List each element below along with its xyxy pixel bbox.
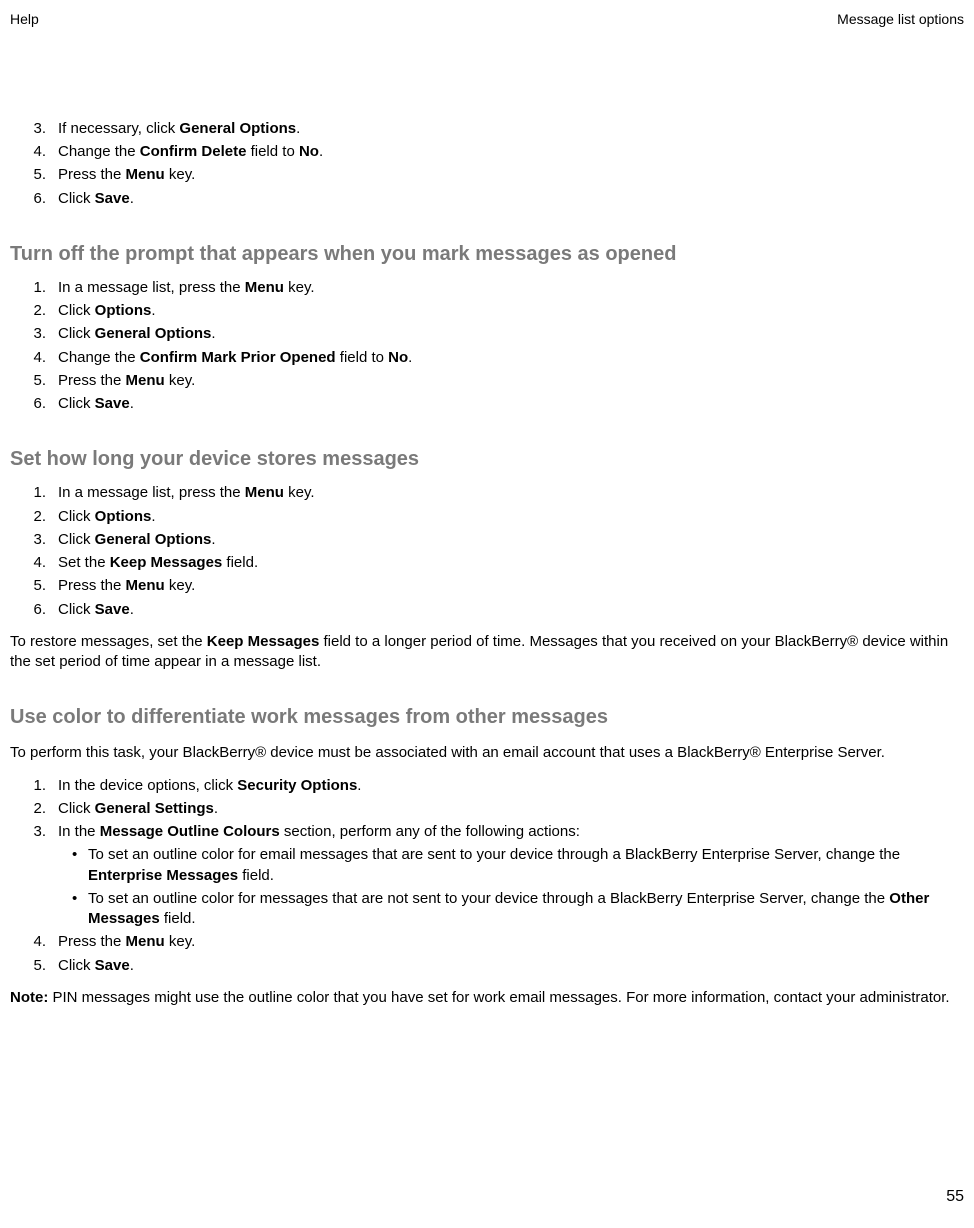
section4-note: Note: PIN messages might use the outline… — [10, 988, 964, 1008]
item-text: In the device options, click Security Op… — [58, 777, 361, 794]
section4-heading: Use color to differentiate work messages… — [10, 704, 964, 731]
page-number: 55 — [946, 1186, 964, 1208]
item-number: 4. — [22, 348, 46, 368]
item-text: In the Message Outline Colours section, … — [58, 823, 580, 840]
list-item: 6.Click Save. — [40, 189, 964, 209]
item-text: Click Options. — [58, 302, 156, 319]
item-number: 3. — [22, 822, 46, 842]
section4-intro: To perform this task, your BlackBerry® d… — [10, 743, 964, 763]
item-text: Click General Settings. — [58, 800, 218, 817]
section2-list: 1.In a message list, press the Menu key.… — [10, 278, 964, 415]
item-text: Click Save. — [58, 957, 134, 974]
item-number: 6. — [22, 394, 46, 414]
list-item: 2.Click Options. — [40, 507, 964, 527]
page-content: 3.If necessary, click General Options. 4… — [0, 29, 974, 1008]
item-number: 5. — [22, 165, 46, 185]
item-number: 2. — [22, 301, 46, 321]
item-text: If necessary, click General Options. — [58, 120, 300, 137]
section3-paragraph: To restore messages, set the Keep Messag… — [10, 632, 964, 673]
list-item: 6.Click Save. — [40, 394, 964, 414]
section1-list: 3.If necessary, click General Options. 4… — [10, 119, 964, 209]
section2-heading: Turn off the prompt that appears when yo… — [10, 241, 964, 268]
item-number: 6. — [22, 189, 46, 209]
item-text: Click Save. — [58, 601, 134, 618]
list-item: 5.Press the Menu key. — [40, 165, 964, 185]
header-right: Message list options — [837, 10, 964, 29]
bullet-item: To set an outline color for email messag… — [76, 845, 964, 886]
list-item: 4.Change the Confirm Mark Prior Opened f… — [40, 348, 964, 368]
item-text: Press the Menu key. — [58, 577, 195, 594]
page-header: Help Message list options — [0, 0, 974, 29]
item-number: 4. — [22, 142, 46, 162]
item-text: Click General Options. — [58, 531, 216, 548]
item-text: Click Save. — [58, 190, 134, 207]
item-number: 6. — [22, 600, 46, 620]
item-text: Click Options. — [58, 508, 156, 525]
section4-list-2: 4.Press the Menu key. 5.Click Save. — [10, 932, 964, 976]
list-item: 5.Click Save. — [40, 956, 964, 976]
item-number: 4. — [22, 932, 46, 952]
item-text: In a message list, press the Menu key. — [58, 484, 315, 501]
item-number: 5. — [22, 576, 46, 596]
list-item: 4.Set the Keep Messages field. — [40, 553, 964, 573]
item-text: Press the Menu key. — [58, 933, 195, 950]
item-number: 2. — [22, 799, 46, 819]
list-item: 1.In a message list, press the Menu key. — [40, 278, 964, 298]
item-text: Press the Menu key. — [58, 166, 195, 183]
item-text: Change the Confirm Delete field to No. — [58, 143, 323, 160]
list-item: 1.In the device options, click Security … — [40, 776, 964, 796]
list-item: 3.Click General Options. — [40, 530, 964, 550]
list-item: 5.Press the Menu key. — [40, 371, 964, 391]
item-number: 3. — [22, 119, 46, 139]
list-item: 2.Click General Settings. — [40, 799, 964, 819]
section4-bullets: To set an outline color for email messag… — [58, 845, 964, 929]
list-item: 5.Press the Menu key. — [40, 576, 964, 596]
item-text: Click Save. — [58, 395, 134, 412]
item-number: 3. — [22, 530, 46, 550]
item-number: 2. — [22, 507, 46, 527]
item-number: 5. — [22, 371, 46, 391]
item-number: 1. — [22, 483, 46, 503]
item-text: Click General Options. — [58, 325, 216, 342]
item-text: Set the Keep Messages field. — [58, 554, 258, 571]
header-left: Help — [10, 10, 39, 29]
section3-list: 1.In a message list, press the Menu key.… — [10, 483, 964, 620]
item-number: 1. — [22, 776, 46, 796]
item-number: 5. — [22, 956, 46, 976]
item-text: Press the Menu key. — [58, 372, 195, 389]
list-item: 4.Press the Menu key. — [40, 932, 964, 952]
list-item: 4.Change the Confirm Delete field to No. — [40, 142, 964, 162]
list-item: 3.If necessary, click General Options. — [40, 119, 964, 139]
item-number: 3. — [22, 324, 46, 344]
list-item: 2.Click Options. — [40, 301, 964, 321]
section3-heading: Set how long your device stores messages — [10, 446, 964, 473]
section4-list: 1. In the device options, click Security … — [10, 776, 964, 930]
bullet-item: To set an outline color for messages tha… — [76, 889, 964, 930]
item-number: 4. — [22, 553, 46, 573]
list-item: 1.In a message list, press the Menu key. — [40, 483, 964, 503]
list-item: 3.In the Message Outline Colours section… — [40, 822, 964, 929]
item-number: 1. — [22, 278, 46, 298]
item-text: Change the Confirm Mark Prior Opened fie… — [58, 349, 412, 366]
list-item: 6.Click Save. — [40, 600, 964, 620]
list-item: 3.Click General Options. — [40, 324, 964, 344]
item-text: In a message list, press the Menu key. — [58, 279, 315, 296]
